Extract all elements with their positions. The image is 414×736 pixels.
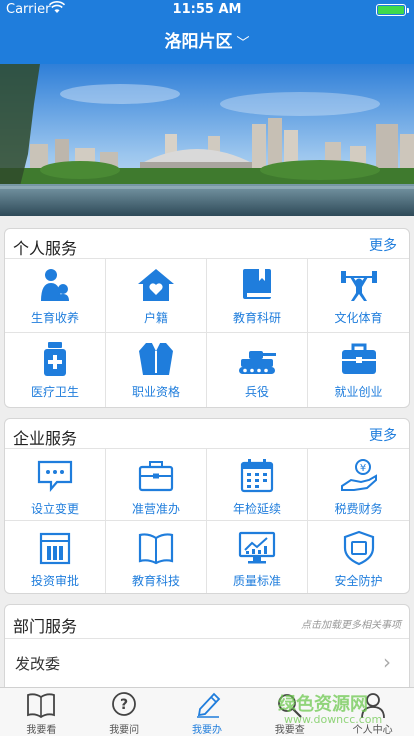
service-item[interactable]: 教育科研 <box>207 259 308 333</box>
service-item[interactable]: 投资审批 <box>5 521 106 593</box>
service-item[interactable]: 准营准办 <box>106 449 207 521</box>
personal-services-card: 个人服务 更多 生育收养 户籍 教育科研 文化体育 医疗卫生 职业资格 兵役 就… <box>4 228 410 408</box>
load-more-hint[interactable]: 点击加载更多相关事项 <box>301 616 401 631</box>
service-label: 投资审批 <box>30 574 79 588</box>
service-label: 教育科技 <box>131 574 180 588</box>
department-services-header: 部门服务 点击加载更多相关事项 <box>5 605 409 639</box>
service-item[interactable]: 教育科技 <box>106 521 207 593</box>
region-selector[interactable]: 洛阳片区 ﹀ <box>0 20 414 64</box>
book-icon <box>243 269 271 299</box>
open-book-icon <box>138 533 174 565</box>
service-label: 户籍 <box>143 311 168 325</box>
service-grid: 设立变更 准营准办 年检延续 ¥ 税费财务 投资审批 教育科技 质量标准 安全防… <box>5 449 409 593</box>
service-label: 医疗卫生 <box>30 385 79 399</box>
service-item[interactable]: 户籍 <box>106 259 207 333</box>
service-item[interactable]: 安全防护 <box>308 521 409 593</box>
tab-label: 我要办 <box>191 725 222 736</box>
service-label: 职业资格 <box>131 385 180 399</box>
service-item[interactable]: 兵役 <box>207 333 308 407</box>
tab-label: 我要问 <box>109 725 140 736</box>
monitor-chart-icon <box>238 531 276 564</box>
battery-icon <box>376 4 409 16</box>
service-label: 文化体育 <box>334 311 383 325</box>
department-services-card: 部门服务 点击加载更多相关事项 发改委 › <box>4 604 410 694</box>
service-item[interactable]: 医疗卫生 <box>5 333 106 407</box>
tank-icon <box>239 351 276 374</box>
service-label: 安全防护 <box>334 574 383 588</box>
service-item[interactable]: ¥ 税费财务 <box>308 449 409 521</box>
calendar-icon <box>240 459 274 493</box>
tab-handle[interactable]: 我要办 <box>166 688 249 736</box>
service-label: 设立变更 <box>30 502 79 516</box>
banner-image[interactable] <box>0 64 414 216</box>
briefcase-icon <box>341 343 376 374</box>
service-label: 准营准办 <box>131 502 180 516</box>
service-label: 年检延续 <box>232 502 281 516</box>
book-outline-icon <box>27 693 56 719</box>
service-label: 税费财务 <box>334 502 383 516</box>
section-title: 个人服务 <box>13 239 78 258</box>
svg-text:¥: ¥ <box>359 463 365 474</box>
clock: 11:55 AM <box>172 2 242 17</box>
tab-ask[interactable]: ? 我要问 <box>83 688 166 736</box>
more-link[interactable]: 更多 <box>369 425 397 445</box>
personal-services-header: 个人服务 更多 <box>5 229 409 259</box>
service-item[interactable]: 职业资格 <box>106 333 207 407</box>
service-item[interactable]: 年检延续 <box>207 449 308 521</box>
house-heart-icon <box>138 269 174 301</box>
suit-icon <box>139 343 173 375</box>
section-title: 部门服务 <box>13 617 78 636</box>
service-label: 兵役 <box>244 385 269 399</box>
more-link[interactable]: 更多 <box>369 235 397 255</box>
page-title: 洛阳片区 <box>164 32 233 52</box>
department-row[interactable]: 发改委 › <box>5 639 409 687</box>
service-label: 就业创业 <box>334 385 383 399</box>
shield-icon <box>343 530 374 566</box>
service-label: 教育科研 <box>232 311 281 325</box>
service-item[interactable]: 文化体育 <box>308 259 409 333</box>
building-icon <box>39 532 71 565</box>
service-label: 质量标准 <box>232 574 281 588</box>
service-item[interactable]: 质量标准 <box>207 521 308 593</box>
service-item[interactable]: 就业创业 <box>308 333 409 407</box>
service-item[interactable]: 生育收养 <box>5 259 106 333</box>
service-label: 生育收养 <box>30 311 79 325</box>
service-grid: 生育收养 户籍 教育科研 文化体育 医疗卫生 职业资格 兵役 就业创业 <box>5 259 409 407</box>
chat-bubble-icon <box>37 460 73 492</box>
pencil-icon <box>196 692 221 718</box>
briefcase-outline-icon <box>138 461 174 492</box>
question-bubble-icon: ? <box>112 692 137 716</box>
tab-label: 我要看 <box>26 725 57 736</box>
enterprise-services-header: 企业服务 更多 <box>5 419 409 449</box>
weightlifter-icon <box>340 271 377 301</box>
watermark-url: www.downcc.com <box>284 713 383 726</box>
chevron-right-icon: › <box>383 650 391 674</box>
city-skyline-photo <box>0 64 414 216</box>
department-name: 发改委 <box>15 655 61 673</box>
chevron-down-icon: ﹀ <box>236 36 250 51</box>
section-title: 企业服务 <box>13 429 78 448</box>
enterprise-services-card: 企业服务 更多 设立变更 准营准办 年检延续 ¥ 税费财务 投资审批 教育科技 … <box>4 418 410 594</box>
svg-text:?: ? <box>120 697 128 713</box>
service-item[interactable]: 设立变更 <box>5 449 106 521</box>
medicine-bottle-icon <box>44 342 66 376</box>
money-hand-icon: ¥ <box>340 459 377 491</box>
tab-look[interactable]: 我要看 <box>0 688 83 736</box>
person-baby-icon <box>41 269 69 301</box>
status-bar: Carrier 11:55 AM <box>0 0 414 20</box>
